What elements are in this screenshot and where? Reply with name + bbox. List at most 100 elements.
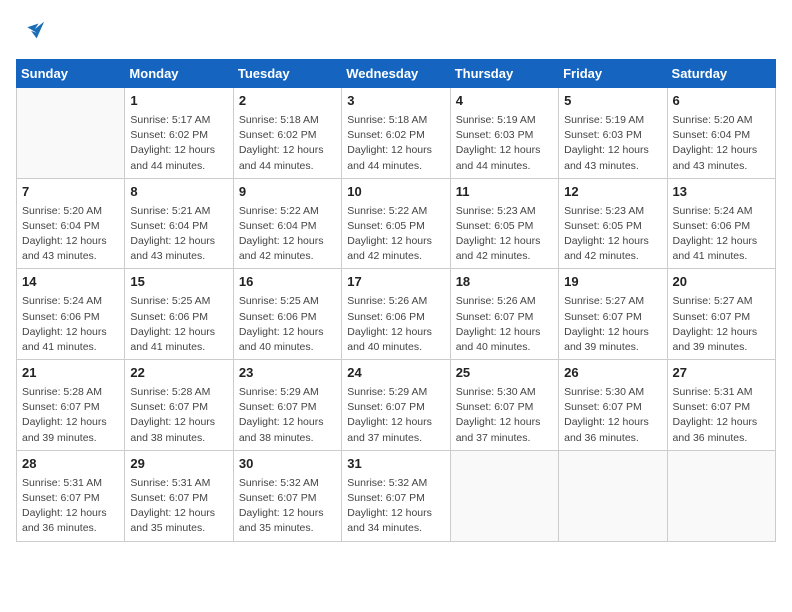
calendar-cell: 21Sunrise: 5:28 AM Sunset: 6:07 PM Dayli… bbox=[17, 360, 125, 451]
day-number: 9 bbox=[239, 183, 336, 202]
day-info: Sunrise: 5:25 AM Sunset: 6:06 PM Dayligh… bbox=[130, 294, 227, 355]
calendar-cell: 11 Sunrise: 5:23 AM Sunset: 6:05 PM Dayli… bbox=[450, 178, 558, 269]
calendar-body: 1 Sunrise: 5:17 AM Sunset: 6:02 PM Daylig… bbox=[17, 88, 776, 542]
day-info: Sunrise: 5:17 AM Sunset: 6:02 PM Dayligh… bbox=[130, 113, 227, 174]
logo-bird-icon bbox=[18, 16, 46, 44]
calendar-table: SundayMondayTuesdayWednesdayThursdayFrid… bbox=[16, 59, 776, 542]
day-info: Sunrise: 5:27 AM Sunset: 6:07 PM Dayligh… bbox=[673, 294, 770, 355]
day-info: Sunrise: 5:18 AM Sunset: 6:02 PM Dayligh… bbox=[239, 113, 336, 174]
calendar-week-row: 1 Sunrise: 5:17 AM Sunset: 6:02 PM Daylig… bbox=[17, 88, 776, 179]
weekday-header-friday: Friday bbox=[559, 60, 667, 88]
day-number: 13 bbox=[673, 183, 770, 202]
day-info: Sunrise: 5:30 AM Sunset: 6:07 PM Dayligh… bbox=[456, 385, 553, 446]
day-number: 26 bbox=[564, 364, 661, 383]
calendar-cell: 29 Sunrise: 5:31 AM Sunset: 6:07 PM Dayli… bbox=[125, 450, 233, 541]
day-info: Sunrise: 5:32 AM Sunset: 6:07 PM Dayligh… bbox=[347, 476, 444, 537]
day-number: 19 bbox=[564, 273, 661, 292]
calendar-cell: 30 Sunrise: 5:32 AM Sunset: 6:07 PM Dayli… bbox=[233, 450, 341, 541]
calendar-cell bbox=[667, 450, 775, 541]
day-number: 2 bbox=[239, 92, 336, 111]
day-number: 1 bbox=[130, 92, 227, 111]
day-number: 10 bbox=[347, 183, 444, 202]
day-info: Sunrise: 5:25 AM Sunset: 6:06 PM Dayligh… bbox=[239, 294, 336, 355]
weekday-header-tuesday: Tuesday bbox=[233, 60, 341, 88]
calendar-cell: 2 Sunrise: 5:18 AM Sunset: 6:02 PM Daylig… bbox=[233, 88, 341, 179]
calendar-cell: 17Sunrise: 5:26 AM Sunset: 6:06 PM Dayli… bbox=[342, 269, 450, 360]
day-number: 17 bbox=[347, 273, 444, 292]
calendar-cell bbox=[559, 450, 667, 541]
day-number: 22 bbox=[130, 364, 227, 383]
day-info: Sunrise: 5:27 AM Sunset: 6:07 PM Dayligh… bbox=[564, 294, 661, 355]
day-info: Sunrise: 5:20 AM Sunset: 6:04 PM Dayligh… bbox=[673, 113, 770, 174]
day-number: 24 bbox=[347, 364, 444, 383]
day-number: 30 bbox=[239, 455, 336, 474]
calendar-cell: 5 Sunrise: 5:19 AM Sunset: 6:03 PM Daylig… bbox=[559, 88, 667, 179]
calendar-cell: 6 Sunrise: 5:20 AM Sunset: 6:04 PM Daylig… bbox=[667, 88, 775, 179]
calendar-cell: 23Sunrise: 5:29 AM Sunset: 6:07 PM Dayli… bbox=[233, 360, 341, 451]
calendar-cell bbox=[17, 88, 125, 179]
day-number: 3 bbox=[347, 92, 444, 111]
day-info: Sunrise: 5:21 AM Sunset: 6:04 PM Dayligh… bbox=[130, 204, 227, 265]
day-info: Sunrise: 5:23 AM Sunset: 6:05 PM Dayligh… bbox=[564, 204, 661, 265]
day-number: 4 bbox=[456, 92, 553, 111]
calendar-cell: 7 Sunrise: 5:20 AM Sunset: 6:04 PM Daylig… bbox=[17, 178, 125, 269]
weekday-header-saturday: Saturday bbox=[667, 60, 775, 88]
day-number: 25 bbox=[456, 364, 553, 383]
calendar-cell: 15 Sunrise: 5:25 AM Sunset: 6:06 PM Dayli… bbox=[125, 269, 233, 360]
calendar-cell: 4Sunrise: 5:19 AM Sunset: 6:03 PM Daylig… bbox=[450, 88, 558, 179]
day-number: 5 bbox=[564, 92, 661, 111]
day-info: Sunrise: 5:31 AM Sunset: 6:07 PM Dayligh… bbox=[130, 476, 227, 537]
calendar-cell: 27 Sunrise: 5:31 AM Sunset: 6:07 PM Dayli… bbox=[667, 360, 775, 451]
calendar-cell: 24 Sunrise: 5:29 AM Sunset: 6:07 PM Dayli… bbox=[342, 360, 450, 451]
calendar-cell: 16 Sunrise: 5:25 AM Sunset: 6:06 PM Dayli… bbox=[233, 269, 341, 360]
day-number: 7 bbox=[22, 183, 119, 202]
day-info: Sunrise: 5:22 AM Sunset: 6:05 PM Dayligh… bbox=[347, 204, 444, 265]
calendar-week-row: 21Sunrise: 5:28 AM Sunset: 6:07 PM Dayli… bbox=[17, 360, 776, 451]
day-info: Sunrise: 5:28 AM Sunset: 6:07 PM Dayligh… bbox=[130, 385, 227, 446]
calendar-cell: 22 Sunrise: 5:28 AM Sunset: 6:07 PM Dayli… bbox=[125, 360, 233, 451]
day-info: Sunrise: 5:30 AM Sunset: 6:07 PM Dayligh… bbox=[564, 385, 661, 446]
calendar-cell: 1 Sunrise: 5:17 AM Sunset: 6:02 PM Daylig… bbox=[125, 88, 233, 179]
calendar-cell: 9Sunrise: 5:22 AM Sunset: 6:04 PM Daylig… bbox=[233, 178, 341, 269]
day-info: Sunrise: 5:32 AM Sunset: 6:07 PM Dayligh… bbox=[239, 476, 336, 537]
day-info: Sunrise: 5:31 AM Sunset: 6:07 PM Dayligh… bbox=[673, 385, 770, 446]
day-number: 31 bbox=[347, 455, 444, 474]
day-number: 20 bbox=[673, 273, 770, 292]
calendar-header: SundayMondayTuesdayWednesdayThursdayFrid… bbox=[17, 60, 776, 88]
day-number: 16 bbox=[239, 273, 336, 292]
day-number: 29 bbox=[130, 455, 227, 474]
day-number: 23 bbox=[239, 364, 336, 383]
weekday-header-wednesday: Wednesday bbox=[342, 60, 450, 88]
day-info: Sunrise: 5:24 AM Sunset: 6:06 PM Dayligh… bbox=[673, 204, 770, 265]
weekday-header-monday: Monday bbox=[125, 60, 233, 88]
day-info: Sunrise: 5:18 AM Sunset: 6:02 PM Dayligh… bbox=[347, 113, 444, 174]
calendar-cell: 31 Sunrise: 5:32 AM Sunset: 6:07 PM Dayli… bbox=[342, 450, 450, 541]
day-number: 14 bbox=[22, 273, 119, 292]
calendar-cell: 26 Sunrise: 5:30 AM Sunset: 6:07 PM Dayli… bbox=[559, 360, 667, 451]
day-number: 27 bbox=[673, 364, 770, 383]
logo-text bbox=[16, 16, 46, 49]
weekday-row: SundayMondayTuesdayWednesdayThursdayFrid… bbox=[17, 60, 776, 88]
calendar-cell: 12 Sunrise: 5:23 AM Sunset: 6:05 PM Dayli… bbox=[559, 178, 667, 269]
day-info: Sunrise: 5:20 AM Sunset: 6:04 PM Dayligh… bbox=[22, 204, 119, 265]
day-info: Sunrise: 5:24 AM Sunset: 6:06 PM Dayligh… bbox=[22, 294, 119, 355]
calendar-cell: 8Sunrise: 5:21 AM Sunset: 6:04 PM Daylig… bbox=[125, 178, 233, 269]
day-info: Sunrise: 5:28 AM Sunset: 6:07 PM Dayligh… bbox=[22, 385, 119, 446]
calendar-cell: 25 Sunrise: 5:30 AM Sunset: 6:07 PM Dayli… bbox=[450, 360, 558, 451]
calendar-cell: 19 Sunrise: 5:27 AM Sunset: 6:07 PM Dayli… bbox=[559, 269, 667, 360]
day-info: Sunrise: 5:29 AM Sunset: 6:07 PM Dayligh… bbox=[347, 385, 444, 446]
day-number: 28 bbox=[22, 455, 119, 474]
calendar-cell: 28 Sunrise: 5:31 AM Sunset: 6:07 PM Dayli… bbox=[17, 450, 125, 541]
day-number: 15 bbox=[130, 273, 227, 292]
logo bbox=[16, 16, 46, 49]
calendar-week-row: 14 Sunrise: 5:24 AM Sunset: 6:06 PM Dayli… bbox=[17, 269, 776, 360]
day-info: Sunrise: 5:31 AM Sunset: 6:07 PM Dayligh… bbox=[22, 476, 119, 537]
calendar-cell: 20 Sunrise: 5:27 AM Sunset: 6:07 PM Dayli… bbox=[667, 269, 775, 360]
day-number: 6 bbox=[673, 92, 770, 111]
page-header bbox=[16, 16, 776, 49]
day-info: Sunrise: 5:19 AM Sunset: 6:03 PM Dayligh… bbox=[564, 113, 661, 174]
day-number: 12 bbox=[564, 183, 661, 202]
day-number: 11 bbox=[456, 183, 553, 202]
day-info: Sunrise: 5:26 AM Sunset: 6:07 PM Dayligh… bbox=[456, 294, 553, 355]
day-info: Sunrise: 5:23 AM Sunset: 6:05 PM Dayligh… bbox=[456, 204, 553, 265]
